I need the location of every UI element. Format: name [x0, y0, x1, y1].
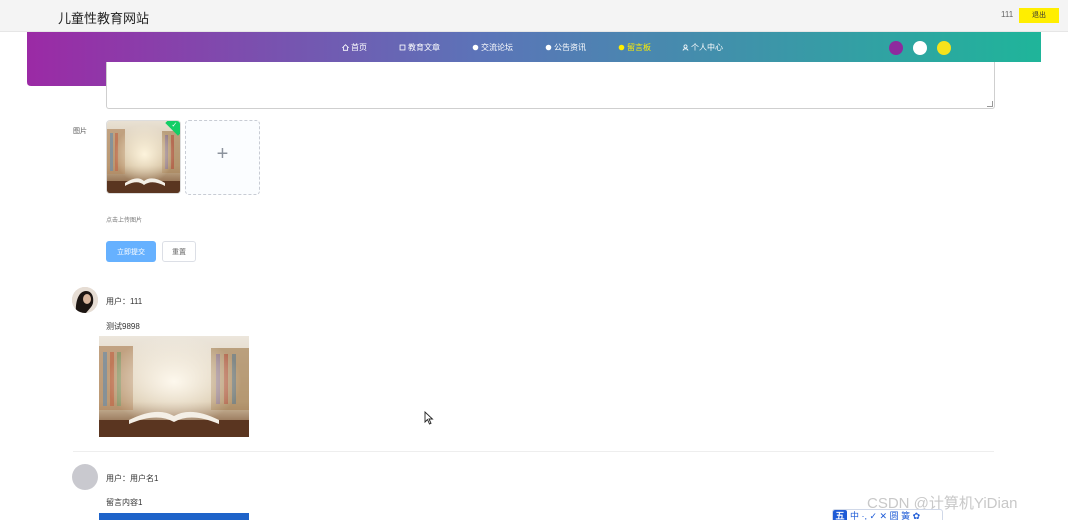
resize-handle[interactable]: [987, 101, 993, 107]
nav-item-profile[interactable]: 个人中心: [682, 42, 723, 53]
theme-white-button[interactable]: [913, 41, 927, 55]
ime-tools: 中 ·, ✓ ✕ 圆 簧 ✿: [850, 511, 921, 520]
comment-image[interactable]: [99, 336, 249, 437]
nav-item-articles[interactable]: 教育文章: [399, 42, 440, 53]
avatar-photo: [72, 287, 98, 313]
top-bar: 儿童性教育网站 111 退出: [0, 0, 1068, 32]
notice-icon: [545, 44, 552, 51]
forum-icon: [472, 44, 479, 51]
current-username: 111: [1001, 10, 1014, 19]
nav-label: 个人中心: [691, 43, 723, 52]
nav-label: 留言板: [627, 43, 651, 52]
home-icon: [342, 44, 349, 51]
comment-content: 留言内容1: [106, 498, 143, 507]
theme-purple-button[interactable]: [889, 41, 903, 55]
site-title[interactable]: 儿童性教育网站: [58, 8, 149, 27]
uploaded-image-thumbnail[interactable]: ✓: [106, 120, 181, 194]
nav-item-message-board[interactable]: 留言板: [618, 42, 651, 53]
ime-logo-icon: 五: [833, 510, 847, 520]
check-icon: ✓: [171, 122, 178, 130]
avatar: [72, 464, 98, 490]
user-icon: [682, 44, 689, 51]
message-textarea[interactable]: [106, 62, 995, 109]
ime-toolbar[interactable]: 五中 ·, ✓ ✕ 圆 簧 ✿: [832, 509, 943, 520]
comment-username: 用户：用户名1: [106, 474, 159, 483]
nav-item-notices[interactable]: 公告资讯: [545, 42, 586, 53]
nav-item-forum[interactable]: 交流论坛: [472, 42, 513, 53]
upload-image-button[interactable]: +: [185, 120, 260, 195]
theme-yellow-button[interactable]: [937, 41, 951, 55]
message-icon: [618, 44, 625, 51]
comment-content: 测试9898: [106, 322, 140, 331]
logout-button[interactable]: 退出: [1019, 8, 1059, 23]
nav-label: 公告资讯: [554, 43, 586, 52]
article-icon: [399, 44, 406, 51]
plus-icon: +: [216, 143, 229, 165]
upload-tip: 点击上传图片: [106, 218, 143, 224]
nav-label: 首页: [351, 43, 367, 52]
comment-username: 用户：111: [106, 297, 143, 306]
submit-button[interactable]: 立即提交: [106, 241, 156, 262]
comment-divider: [73, 451, 994, 452]
nav-item-home[interactable]: 首页: [342, 42, 367, 53]
nav-label: 交流论坛: [481, 43, 513, 52]
library-book-image: [107, 121, 180, 193]
nav-label: 教育文章: [408, 43, 440, 52]
image-field-label: 图片: [73, 128, 87, 135]
reset-button[interactable]: 重置: [162, 241, 196, 262]
avatar: [72, 287, 98, 313]
comment-image[interactable]: [99, 513, 249, 520]
mouse-cursor-icon: [424, 411, 434, 425]
library-book-image: [99, 336, 249, 437]
